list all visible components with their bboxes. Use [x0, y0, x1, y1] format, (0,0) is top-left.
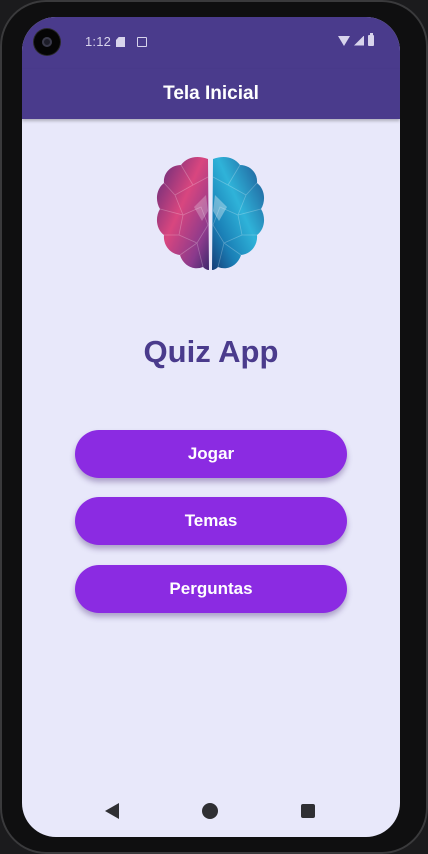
recents-icon[interactable] — [301, 804, 315, 818]
main-content: Quiz App Jogar Temas Perguntas — [22, 119, 400, 779]
app-bar: Tela Inicial — [22, 69, 400, 119]
play-button[interactable]: Jogar — [75, 430, 347, 478]
front-camera — [34, 29, 60, 55]
wifi-icon — [338, 35, 350, 46]
app-title: Quiz App — [143, 334, 279, 369]
screen: 1:12 Tela Inicial Quiz App Jogar Temas P… — [22, 17, 400, 837]
questions-button[interactable]: Perguntas — [75, 565, 347, 613]
home-icon[interactable] — [202, 803, 218, 819]
themes-button[interactable]: Temas — [75, 497, 347, 545]
back-icon[interactable] — [105, 803, 119, 819]
app-bar-title: Tela Inicial — [163, 83, 259, 104]
signal-icon — [354, 35, 364, 46]
status-time: 1:12 — [85, 34, 112, 49]
cast-icon — [137, 37, 147, 47]
status-bar: 1:12 — [22, 17, 400, 69]
sd-card-icon — [116, 37, 125, 47]
battery-icon — [368, 33, 374, 46]
brain-icon — [156, 157, 265, 270]
status-indicators — [338, 33, 374, 46]
navigation-bar — [22, 779, 400, 837]
